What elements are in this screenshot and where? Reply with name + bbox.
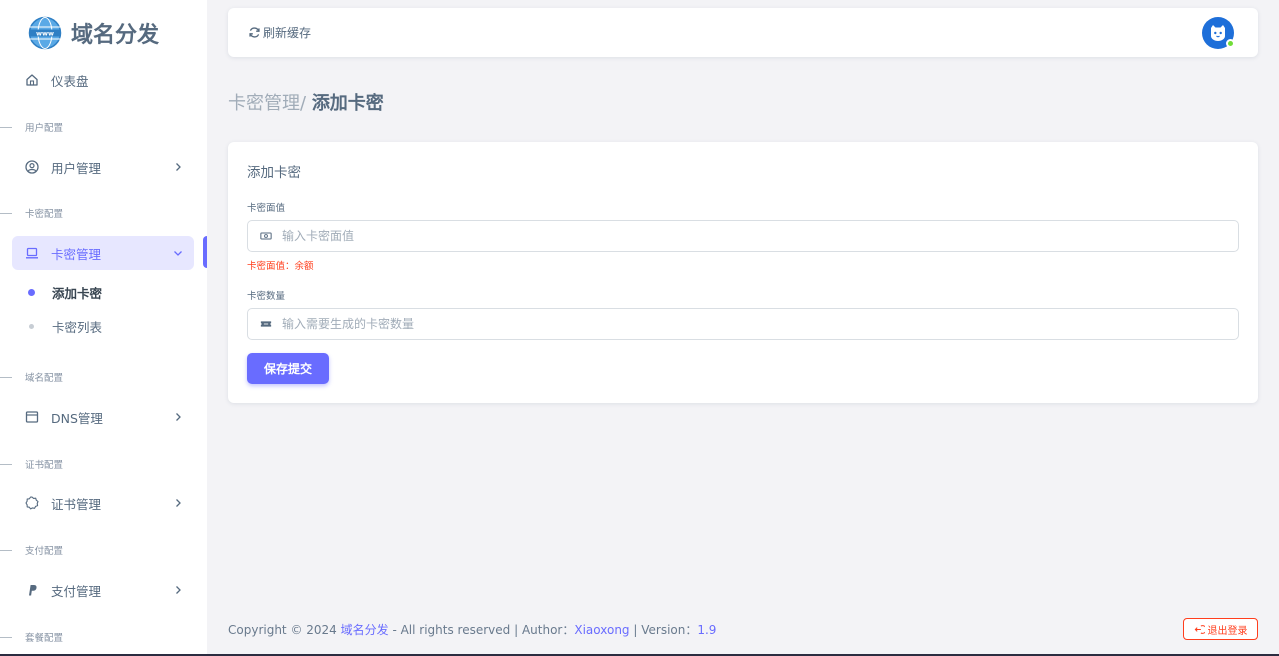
section-header-plan: 套餐配置: [0, 630, 63, 644]
footer-copyright: Copyright © 2024: [228, 623, 341, 637]
section-header-card: 卡密配置: [0, 206, 63, 220]
card-count-input[interactable]: [282, 317, 1182, 331]
divider: [0, 212, 12, 214]
active-indicator: [203, 236, 207, 268]
divider: [0, 636, 12, 638]
sidebar-item-cert-mgmt[interactable]: 证书管理: [12, 486, 194, 520]
refresh-cache-button[interactable]: 刷新缓存: [248, 24, 311, 41]
sidebar-item-user-mgmt[interactable]: 用户管理: [12, 150, 194, 184]
sidebar-item-pay-mgmt[interactable]: 支付管理: [12, 573, 194, 607]
refresh-label: 刷新缓存: [263, 26, 312, 40]
svg-text:www: www: [36, 29, 54, 37]
sidebar-item-label: 支付管理: [51, 583, 102, 599]
sidebar-item-dashboard[interactable]: 仪表盘: [12, 63, 194, 97]
breadcrumb-parent[interactable]: 卡密管理/: [228, 93, 306, 114]
section-header-cert: 证书配置: [0, 457, 63, 471]
sidebar-item-label: 仪表盘: [51, 73, 89, 89]
footer-site-link[interactable]: 域名分发: [341, 623, 389, 637]
card-value-label: 卡密面值: [247, 203, 286, 214]
section-label: 卡密配置: [25, 209, 64, 220]
money-icon: [259, 229, 273, 243]
user-circle-icon: [25, 160, 39, 174]
chevron-right-icon: [172, 584, 184, 596]
sidebar-item-label: 卡密管理: [51, 246, 102, 262]
card-count-input-group[interactable]: [247, 308, 1239, 340]
page-title: 添加卡密: [311, 93, 384, 114]
save-submit-button[interactable]: 保存提交: [247, 353, 329, 384]
window-icon: [25, 410, 39, 424]
sidebar-subitem-card-list[interactable]: 卡密列表: [24, 315, 102, 337]
sidebar-subitem-label: 添加卡密: [52, 285, 103, 301]
sidebar-item-label: 用户管理: [51, 160, 102, 176]
card-value-input-group[interactable]: [247, 220, 1239, 252]
section-label: 域名配置: [25, 373, 64, 384]
card-count-label: 卡密数量: [247, 291, 286, 302]
brand-name: 域名分发: [71, 23, 160, 48]
refresh-icon: [249, 27, 260, 38]
chevron-down-icon: [172, 247, 184, 259]
laptop-icon: [25, 246, 39, 260]
top-navbar: 刷新缓存: [228, 8, 1258, 57]
bullet-icon: [29, 323, 34, 329]
section-header-domain: 域名配置: [0, 370, 63, 384]
divider: [0, 376, 12, 378]
logout-button[interactable]: 退出登录: [1183, 618, 1258, 640]
sidebar-item-dns-mgmt[interactable]: DNS管理: [12, 400, 194, 434]
sidebar-subitem-label: 卡密列表: [52, 319, 103, 335]
sidebar-item-label: DNS管理: [51, 410, 103, 426]
badge-icon: [25, 496, 39, 510]
card-value-help: 卡密面值：余额: [247, 261, 314, 272]
section-label: 证书配置: [25, 460, 64, 471]
home-icon: [25, 73, 39, 87]
section-header-user: 用户配置: [0, 120, 63, 134]
paypal-icon: [25, 583, 39, 597]
footer-rights: - All rights reserved | Author：: [388, 623, 575, 637]
divider: [0, 126, 12, 128]
divider: [0, 549, 12, 551]
sidebar-item-label: 证书管理: [51, 496, 102, 512]
ticket-icon: [259, 317, 273, 331]
footer-author-link[interactable]: Xiaoxong: [574, 623, 629, 637]
avatar[interactable]: [1202, 17, 1235, 49]
sidebar: www 域名分发 仪表盘 用户配置 用户管理 卡密配置 卡密管理 添加卡密 卡密…: [0, 0, 207, 656]
section-label: 用户配置: [25, 123, 64, 134]
sidebar-subitem-add-card[interactable]: 添加卡密: [24, 281, 102, 303]
chevron-right-icon: [172, 411, 184, 423]
footer-version-label: | Version：: [629, 623, 698, 637]
chevron-right-icon: [172, 161, 184, 173]
section-label: 支付配置: [25, 546, 64, 557]
sidebar-item-card-mgmt[interactable]: 卡密管理: [12, 236, 194, 270]
cat-avatar-icon: [1211, 25, 1225, 41]
footer: Copyright © 2024 域名分发 - All rights reser…: [228, 621, 716, 638]
section-header-pay: 支付配置: [0, 543, 63, 557]
breadcrumb: 卡密管理/ 添加卡密: [228, 89, 384, 115]
divider: [0, 463, 12, 465]
card-title: 添加卡密: [247, 165, 301, 181]
brand[interactable]: www 域名分发: [28, 16, 159, 50]
bullet-icon: [28, 288, 35, 296]
section-label: 套餐配置: [25, 633, 64, 644]
card-value-input[interactable]: [282, 229, 1182, 243]
globe-www-icon: www: [28, 16, 62, 50]
add-card-form: 添加卡密 卡密面值 卡密面值：余额 卡密数量 保存提交: [228, 142, 1258, 403]
footer-version: 1.9: [697, 623, 717, 637]
logout-label: 退出登录: [1207, 625, 1248, 637]
chevron-right-icon: [172, 497, 184, 509]
logout-icon: [1194, 624, 1205, 634]
online-status-dot: [1226, 39, 1235, 48]
